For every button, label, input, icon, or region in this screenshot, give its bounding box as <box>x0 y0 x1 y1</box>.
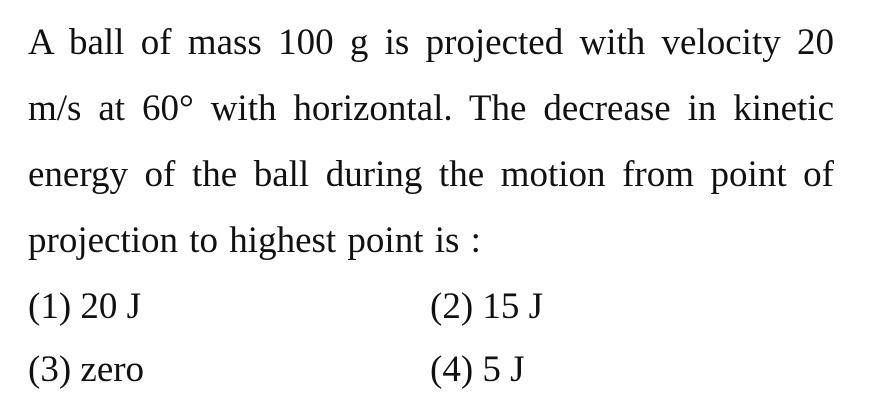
options-row-1: (1) 20 J (2) 15 J <box>28 275 834 338</box>
option-1[interactable]: (1) 20 J <box>28 285 430 328</box>
options-list: (1) 20 J (2) 15 J (3) zero (4) 5 J <box>28 275 834 401</box>
option-4[interactable]: (4) 5 J <box>430 348 832 391</box>
options-row-2: (3) zero (4) 5 J <box>28 338 834 401</box>
option-2[interactable]: (2) 15 J <box>430 285 832 328</box>
question-text: A ball of mass 100 g is projected with v… <box>28 22 834 261</box>
option-3[interactable]: (3) zero <box>28 348 430 391</box>
